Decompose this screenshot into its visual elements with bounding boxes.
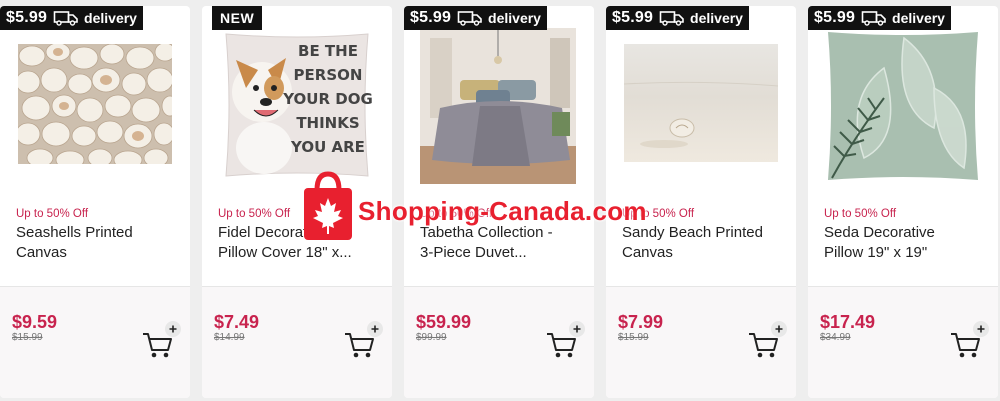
product-title-line[interactable]: Canvas — [16, 243, 181, 263]
delivery-badge: $5.99 delivery — [404, 6, 547, 30]
original-price: $15.99 — [618, 332, 649, 343]
product-image[interactable]: BE THE PERSON YOUR DOG THINKS YOU ARE — [222, 30, 372, 180]
sale-price: $7.49 — [214, 312, 260, 332]
delivery-badge: $5.99 delivery — [0, 6, 143, 30]
promo-label: Up to 50% Off — [16, 208, 89, 220]
cart-add-icon[interactable] — [342, 320, 386, 360]
truck-icon — [861, 10, 887, 26]
product-image[interactable] — [420, 28, 576, 184]
sale-price: $17.49 — [820, 312, 876, 332]
product-title-line[interactable]: Seashells Printed — [16, 223, 181, 243]
product-title[interactable]: Seashells Printed Canvas — [16, 223, 181, 263]
promo-label: Up to 50% Off — [218, 208, 291, 220]
cart-add-icon[interactable] — [544, 320, 588, 360]
original-price: $34.99 — [820, 332, 851, 343]
product-image[interactable] — [624, 44, 778, 162]
delivery-badge: $5.99 delivery — [606, 6, 749, 30]
pillow-text-line: THINKS — [296, 114, 359, 132]
delivery-label: delivery — [488, 10, 541, 26]
delivery-label: delivery — [892, 10, 945, 26]
watermark: Shopping-Canada.com — [300, 170, 720, 250]
original-price: $14.99 — [214, 332, 245, 343]
sale-price: $7.99 — [618, 312, 664, 332]
original-price: $15.99 — [12, 332, 43, 343]
delivery-label: delivery — [690, 10, 743, 26]
product-top[interactable]: $5.99 delivery — [808, 6, 998, 284]
cart-add-icon[interactable] — [140, 320, 184, 360]
product-title[interactable]: Seda Decorative Pillow 19" x 19" — [824, 223, 989, 263]
pillow-text-line: YOU ARE — [290, 138, 365, 156]
delivery-price: $5.99 — [612, 9, 654, 26]
delivery-price: $5.99 — [814, 9, 856, 26]
truck-icon — [457, 10, 483, 26]
shopping-bag-maple-icon — [300, 170, 356, 247]
product-top[interactable]: $5.99 delivery — [0, 6, 190, 284]
cart-add-icon[interactable] — [746, 320, 790, 360]
truck-icon — [53, 10, 79, 26]
product-image[interactable] — [18, 44, 172, 164]
sale-price: $9.59 — [12, 312, 58, 332]
new-label: NEW — [220, 10, 255, 26]
product-image[interactable] — [824, 28, 982, 184]
product-title-line[interactable]: Pillow 19" x 19" — [824, 243, 989, 263]
watermark-text: Shopping-Canada.com — [358, 196, 647, 226]
product-card[interactable]: $5.99 delivery — [808, 6, 998, 398]
delivery-label: delivery — [84, 10, 137, 26]
new-badge: NEW — [212, 6, 263, 30]
pillow-text-line: BE THE — [298, 42, 358, 60]
truck-icon — [659, 10, 685, 26]
delivery-price: $5.99 — [410, 9, 452, 26]
promo-label: Up to 50% Off — [824, 208, 897, 220]
pillow-text-line: PERSON — [294, 66, 363, 84]
product-card[interactable]: $5.99 delivery — [0, 6, 190, 398]
sale-price: $59.99 — [416, 312, 472, 332]
product-title-line[interactable]: Seda Decorative — [824, 223, 989, 243]
original-price: $99.99 — [416, 332, 447, 343]
pillow-text-line: YOUR DOG — [282, 90, 372, 108]
cart-add-icon[interactable] — [948, 320, 992, 360]
delivery-price: $5.99 — [6, 9, 48, 26]
delivery-badge: $5.99 delivery — [808, 6, 951, 30]
